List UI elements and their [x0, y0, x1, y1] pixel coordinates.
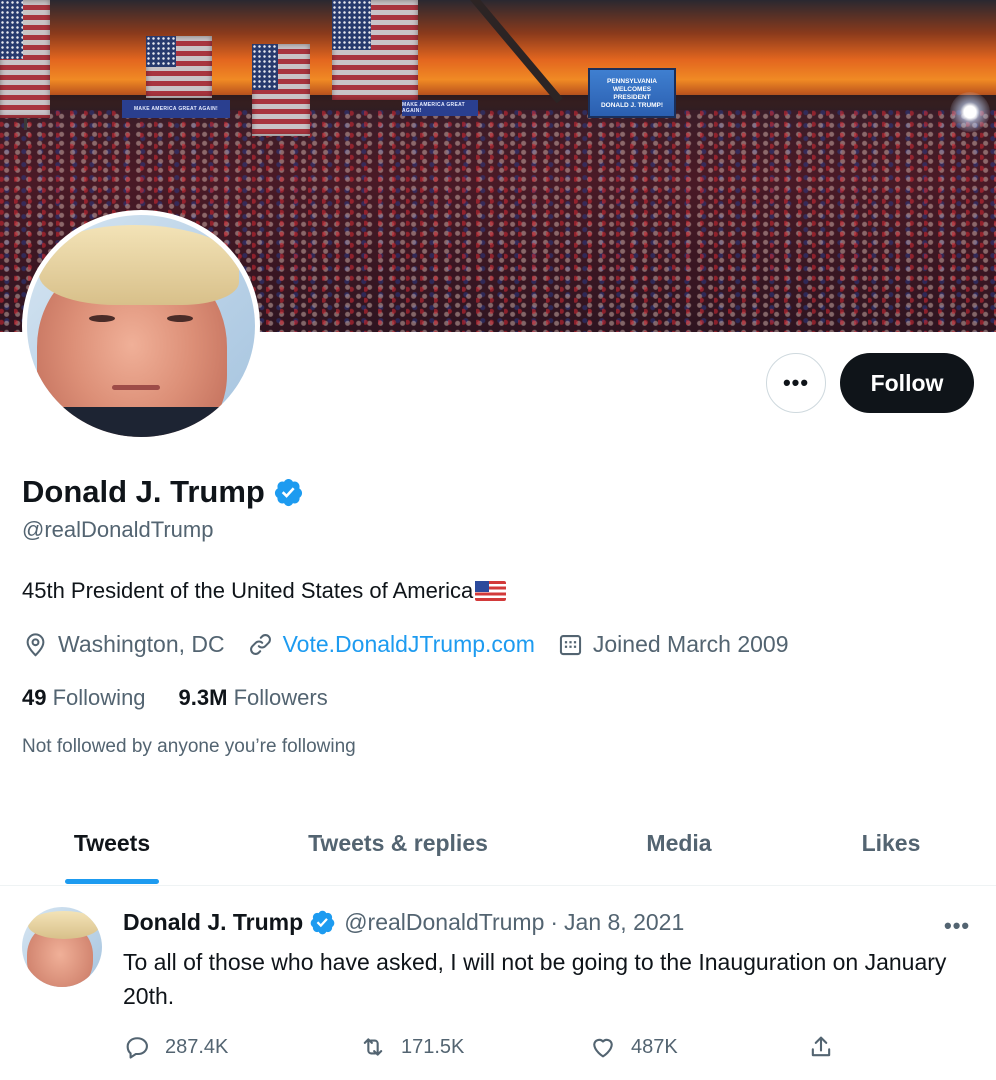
like-count: 487K	[631, 1035, 678, 1058]
jumbotron-line: PENNSYLVANIA	[607, 78, 657, 85]
tab-likes[interactable]: Likes	[786, 800, 996, 886]
retweet-button[interactable]: 171.5K	[359, 1033, 464, 1061]
tweet[interactable]: Donald J. Trump @realDonaldTrump · Jan 8…	[0, 887, 996, 1080]
tab-label: Tweets & replies	[308, 829, 488, 856]
avatar-suit	[27, 407, 255, 437]
tweet-author-name[interactable]: Donald J. Trump	[123, 909, 303, 936]
followers-stat[interactable]: 9.3M Followers	[179, 685, 328, 711]
tab-media[interactable]: Media	[572, 800, 786, 886]
location-text: Washington, DC	[58, 631, 225, 657]
active-tab-indicator	[65, 879, 159, 884]
tab-tweets[interactable]: Tweets	[0, 800, 224, 886]
banner-stage-light	[950, 92, 990, 132]
heart-icon	[593, 1038, 613, 1058]
banner-flag	[252, 44, 310, 136]
tweet-avatar[interactable]	[22, 907, 102, 987]
share-icon	[811, 1036, 831, 1057]
tweet-header: Donald J. Trump @realDonaldTrump · Jan 8…	[123, 909, 684, 936]
website-link[interactable]: Vote.DonaldJTrump.com	[283, 631, 535, 658]
avatar-eye	[89, 315, 115, 322]
banner-flag	[0, 0, 50, 118]
tweet-author-handle[interactable]: @realDonaldTrump	[344, 909, 544, 936]
profile-joined: Joined March 2009	[557, 631, 789, 658]
following-stat[interactable]: 49 Following	[22, 685, 146, 711]
tab-label: Tweets	[73, 829, 151, 856]
not-followed-notice: Not followed by anyone you’re following	[22, 736, 356, 757]
verified-badge-icon	[310, 910, 335, 935]
tweet-more-button[interactable]: •••	[944, 913, 970, 939]
profile-handle: @realDonaldTrump	[22, 517, 214, 542]
tab-label: Likes	[861, 829, 921, 856]
profile-tabs: Tweets Tweets & replies Media Likes	[0, 800, 996, 886]
followers-count: 9.3M	[178, 685, 228, 710]
more-options-button[interactable]: •••	[766, 353, 826, 413]
profile-avatar[interactable]	[22, 210, 260, 442]
location-pin-icon	[26, 633, 45, 657]
tab-label: Media	[646, 829, 712, 856]
jumbotron-line: DONALD J. TRUMP!	[600, 102, 664, 109]
profile-bio: 45th President of the United States of A…	[22, 578, 507, 604]
verified-badge-icon[interactable]	[273, 477, 304, 508]
banner-flag	[146, 36, 212, 98]
tweet-separator: ·	[550, 909, 559, 935]
profile-location: Washington, DC	[22, 631, 225, 658]
tab-tweets-and-replies[interactable]: Tweets & replies	[224, 800, 572, 886]
banner-sign: MAKE AMERICA GREAT AGAIN!	[402, 100, 478, 116]
like-button[interactable]: 487K	[589, 1033, 678, 1061]
banner-jumbotron: PENNSYLVANIA WELCOMES PRESIDENT DONALD J…	[588, 68, 676, 118]
calendar-icon	[559, 635, 581, 656]
share-button[interactable]	[807, 1033, 835, 1061]
following-count: 49	[22, 685, 47, 710]
avatar-mouth	[112, 385, 160, 390]
link-icon	[249, 634, 271, 655]
joined-text: Joined March 2009	[592, 631, 789, 657]
jumbotron-line: WELCOMES	[612, 86, 652, 93]
avatar-eye	[167, 315, 193, 322]
tweet-actions: 287.4K 171.5K 487K	[123, 1033, 843, 1065]
profile-stats: 49 Following 9.3M Followers	[22, 685, 361, 711]
tweet-text: To all of those who have asked, I will n…	[123, 949, 947, 1009]
profile-name-row: Donald J. Trump	[22, 474, 304, 510]
retweet-count: 171.5K	[401, 1035, 465, 1058]
followers-label: Followers	[233, 685, 328, 710]
profile-website[interactable]: Vote.DonaldJTrump.com	[247, 631, 535, 658]
bio-text: 45th President of the United States of A…	[22, 578, 474, 603]
banner-sign: MAKE AMERICA GREAT AGAIN!	[122, 100, 230, 118]
retweet-icon	[363, 1038, 383, 1056]
reply-button[interactable]: 287.4K	[123, 1033, 228, 1061]
follow-button[interactable]: Follow	[840, 353, 974, 413]
us-flag-emoji-icon	[475, 581, 507, 601]
avatar-hair	[39, 225, 239, 305]
profile-display-name: Donald J. Trump	[22, 474, 265, 509]
profile-meta: Washington, DC Vote.DonaldJTrump.com Joi…	[22, 631, 811, 658]
following-label: Following	[52, 685, 146, 710]
tweet-date[interactable]: Jan 8, 2021	[564, 909, 684, 936]
jumbotron-line: PRESIDENT	[613, 94, 651, 101]
banner-flag	[332, 0, 418, 100]
reply-count: 287.4K	[165, 1035, 229, 1058]
reply-icon	[126, 1037, 148, 1059]
banner-crane	[470, 0, 563, 104]
avatar-image	[27, 215, 255, 437]
tweet-avatar-hair	[28, 911, 100, 939]
